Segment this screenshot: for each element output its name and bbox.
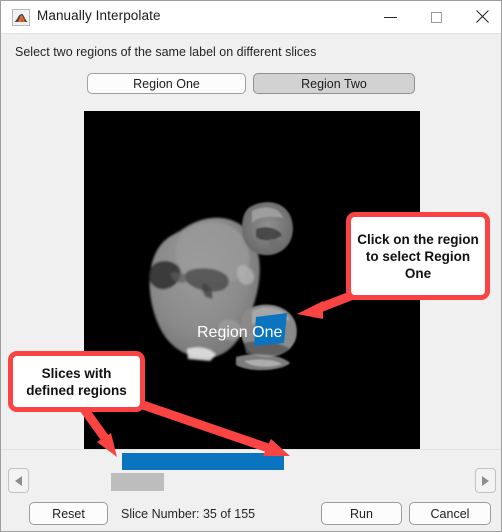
chevron-left-icon — [15, 475, 22, 486]
previous-slice-button[interactable] — [8, 468, 29, 493]
region-one-label: Region One — [133, 76, 200, 91]
minimize-icon — [383, 16, 397, 18]
matlab-membrane-icon — [12, 9, 30, 26]
close-icon — [475, 10, 489, 24]
footer-bar: Reset Slice Number: 35 of 155 Run Cancel — [1, 496, 501, 531]
title-bar: Manually Interpolate — [1, 1, 501, 34]
reset-button[interactable]: Reset — [29, 502, 108, 525]
manually-interpolate-dialog: Manually Interpolate Select two regions … — [0, 0, 502, 532]
callout-right-text: Click on the region to select Region One — [357, 231, 479, 281]
slice-number-status: Slice Number: 35 of 155 — [121, 507, 256, 521]
close-button[interactable] — [459, 1, 501, 33]
region-two-label: Region Two — [301, 76, 367, 91]
slice-scroll-thumb[interactable] — [111, 473, 164, 491]
callout-defined-slices: Slices with defined regions — [8, 351, 145, 412]
callout-left-text: Slices with defined regions — [26, 365, 127, 398]
defined-regions-bar — [122, 453, 284, 470]
run-button[interactable]: Run — [321, 502, 402, 525]
cancel-button[interactable]: Cancel — [409, 502, 491, 525]
region-two-button[interactable]: Region Two — [253, 73, 415, 94]
region-one-overlay-label: Region One — [197, 324, 282, 341]
maximize-icon — [430, 11, 442, 23]
window-title: Manually Interpolate — [37, 8, 161, 23]
next-slice-button[interactable] — [475, 468, 496, 493]
callout-click-region: Click on the region to select Region One — [346, 212, 490, 300]
run-label: Run — [350, 506, 373, 521]
slice-scrollbar-strip[interactable] — [1, 449, 501, 500]
tissue-mass-upper — [242, 202, 293, 256]
cancel-label: Cancel — [430, 506, 470, 521]
instruction-text: Select two regions of the same label on … — [15, 45, 317, 59]
region-one-button[interactable]: Region One — [87, 73, 246, 94]
reset-label: Reset — [52, 506, 85, 521]
maximize-button[interactable] — [413, 1, 459, 33]
minimize-button[interactable] — [367, 1, 413, 33]
chevron-right-icon — [482, 475, 489, 486]
